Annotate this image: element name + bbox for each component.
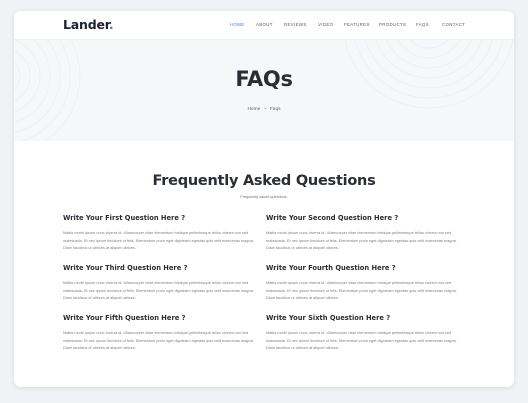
nav-item-features[interactable]: FEATURES bbox=[344, 22, 370, 27]
page-hero: FAQs Home › Faqs bbox=[14, 40, 514, 141]
faq-answer: Mattis morbi ipsum nunc viverra id. Ulla… bbox=[266, 331, 457, 351]
breadcrumb: Home › Faqs bbox=[14, 107, 514, 112]
section-title: Frequently Asked Questions bbox=[152, 173, 376, 189]
page-card: Lander. HOME ABOUT REVIEWS VIDEO FEATURE… bbox=[14, 11, 514, 387]
breadcrumb-home-link[interactable]: Home bbox=[247, 107, 260, 112]
nav-item-contact[interactable]: CONTACT bbox=[442, 22, 465, 27]
faq-item: Write Your First Question Here ? Mattis … bbox=[63, 214, 263, 253]
faq-item: Write Your Sixth Question Here ? Mattis … bbox=[266, 314, 466, 353]
faq-answer: Mattis morbi ipsum nunc viverra id. Ulla… bbox=[63, 231, 254, 251]
nav-item-faqs[interactable]: FAQS bbox=[416, 22, 429, 27]
breadcrumb-separator: › bbox=[264, 107, 266, 112]
nav-item-products[interactable]: PRODUCTS bbox=[379, 22, 406, 27]
nav-item-about[interactable]: ABOUT bbox=[256, 22, 273, 27]
faq-answer: Mattis morbi ipsum nunc viverra id. Ulla… bbox=[266, 231, 457, 251]
faq-answer: Mattis morbi ipsum nunc viverra id. Ulla… bbox=[266, 281, 457, 301]
nav-item-reviews[interactable]: REVIEWS bbox=[284, 22, 307, 27]
nav-item-home[interactable]: HOME bbox=[230, 22, 245, 27]
faq-question[interactable]: Write Your Second Question Here ? bbox=[266, 214, 466, 222]
faq-question[interactable]: Write Your Sixth Question Here ? bbox=[266, 314, 466, 322]
top-navbar: Lander. HOME ABOUT REVIEWS VIDEO FEATURE… bbox=[14, 11, 514, 40]
faq-question[interactable]: Write Your Third Question Here ? bbox=[63, 264, 263, 272]
faq-answer: Mattis morbi ipsum nunc viverra id. Ulla… bbox=[63, 281, 254, 301]
faq-item: Write Your Fourth Question Here ? Mattis… bbox=[266, 264, 466, 303]
faq-item: Write Your Second Question Here ? Mattis… bbox=[266, 214, 466, 253]
faq-answer: Mattis morbi ipsum nunc viverra id. Ulla… bbox=[63, 331, 254, 351]
faq-item: Write Your Fifth Question Here ? Mattis … bbox=[63, 314, 263, 353]
faq-question[interactable]: Write Your First Question Here ? bbox=[63, 214, 263, 222]
section-subtitle: Frequently asked questions. bbox=[240, 195, 288, 199]
faq-item: Write Your Third Question Here ? Mattis … bbox=[63, 264, 263, 303]
page-title: FAQs bbox=[235, 67, 293, 91]
breadcrumb-current: Faqs bbox=[269, 107, 281, 112]
nav-item-video[interactable]: VIDEO bbox=[318, 22, 333, 27]
faq-question[interactable]: Write Your Fifth Question Here ? bbox=[63, 314, 263, 322]
faq-question[interactable]: Write Your Fourth Question Here ? bbox=[266, 264, 466, 272]
logo-dot: . bbox=[108, 17, 114, 32]
logo[interactable]: Lander. bbox=[63, 17, 114, 32]
logo-text: Lander bbox=[63, 17, 109, 32]
